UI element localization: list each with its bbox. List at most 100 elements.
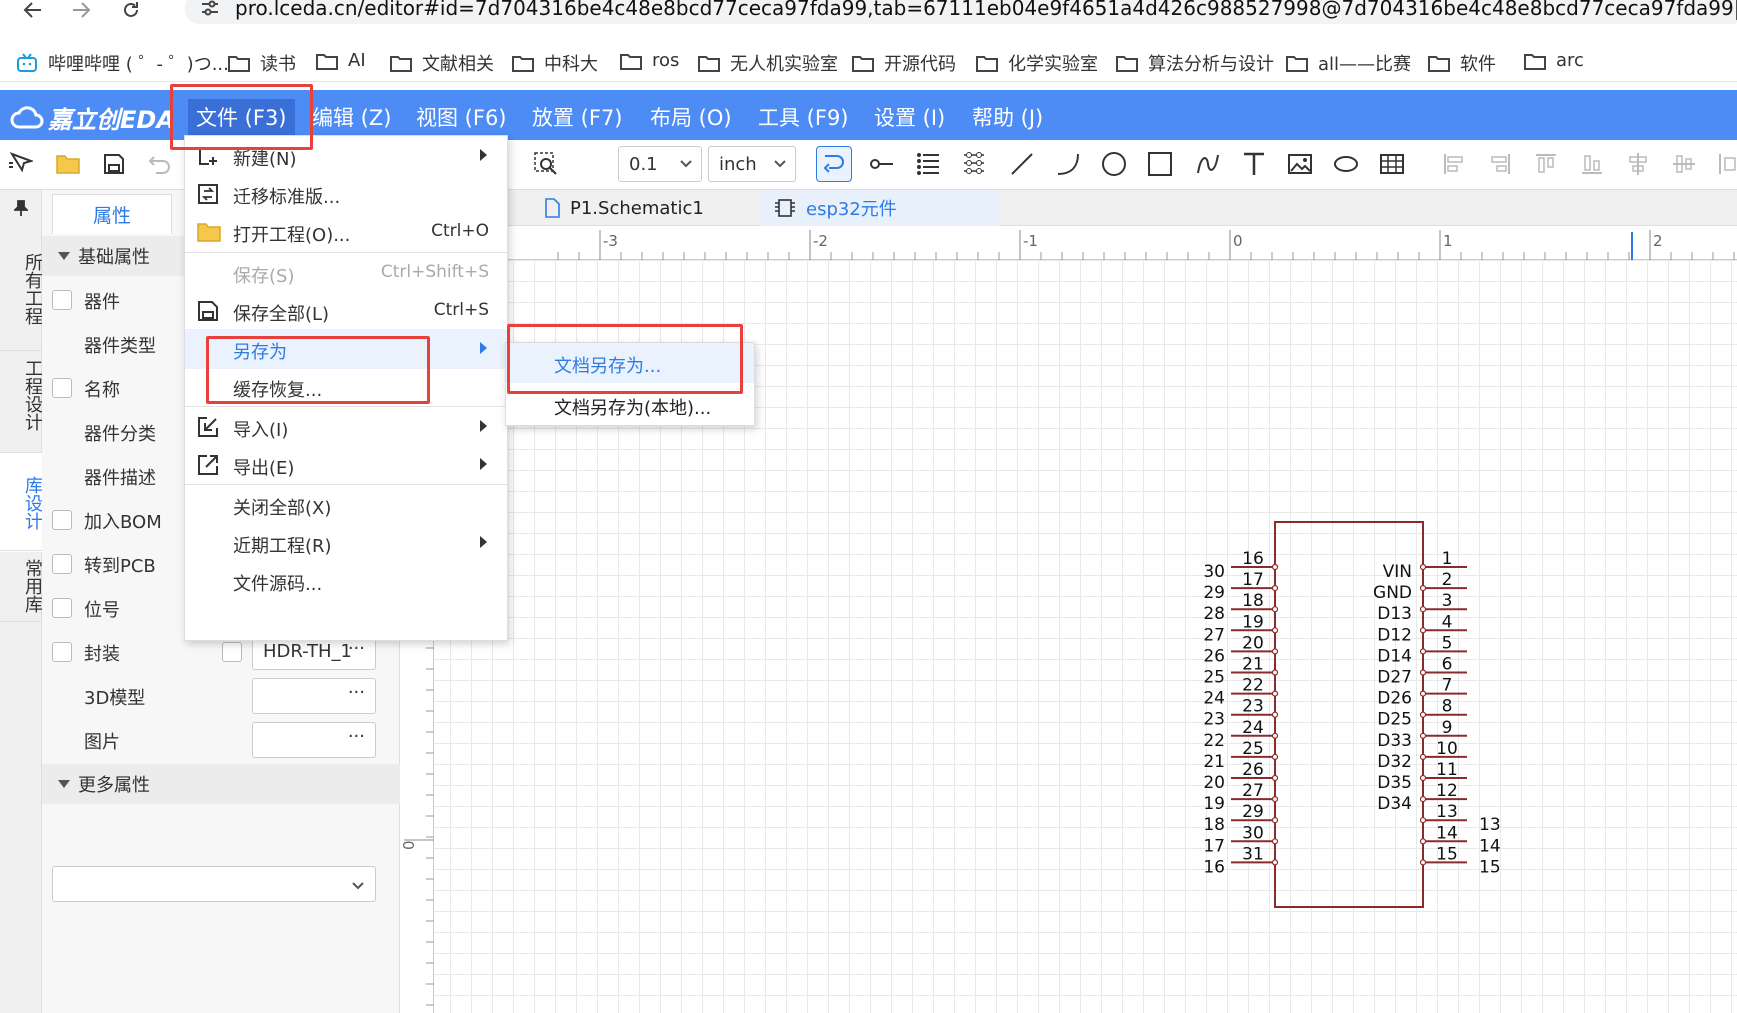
designator-checkbox[interactable] bbox=[52, 598, 72, 618]
bookmark-folder[interactable]: AI bbox=[316, 50, 366, 71]
align-left-icon[interactable] bbox=[1440, 150, 1468, 178]
to-pcb-checkbox[interactable] bbox=[52, 554, 72, 574]
ruler-label: 1 bbox=[1443, 232, 1453, 250]
line-tool-icon[interactable] bbox=[1008, 150, 1036, 178]
pin-number: 26 bbox=[1242, 760, 1264, 780]
tab-all-projects[interactable]: 所有工程 bbox=[0, 245, 43, 333]
image-input[interactable]: ··· bbox=[252, 722, 376, 758]
tab-project-design[interactable]: 工程设计 bbox=[0, 350, 43, 439]
zoom-area-icon[interactable] bbox=[532, 150, 560, 178]
tab-common-library[interactable]: 常用库 bbox=[0, 550, 43, 622]
bookmark-folder[interactable]: 开源代码 bbox=[852, 50, 956, 76]
image-tool-icon[interactable] bbox=[1286, 150, 1314, 178]
menu-edit[interactable]: 编辑 (Z) bbox=[312, 102, 391, 132]
bookmark-folder[interactable]: all——比赛 bbox=[1286, 50, 1411, 76]
align-right-icon[interactable] bbox=[1486, 150, 1514, 178]
more-options-icon[interactable]: ··· bbox=[348, 638, 365, 659]
menu-item-cache-restore[interactable]: 缓存恢复... bbox=[185, 367, 507, 407]
arc-tool-icon[interactable] bbox=[1054, 150, 1082, 178]
menu-view[interactable]: 视图 (F6) bbox=[416, 102, 507, 132]
distribute-icon[interactable] bbox=[1714, 150, 1737, 178]
align-bottom-icon[interactable] bbox=[1578, 150, 1606, 178]
menu-help[interactable]: 帮助 (J) bbox=[972, 102, 1043, 132]
pin-number: 17 bbox=[1242, 570, 1264, 590]
menu-item-save[interactable]: 保存(S) Ctrl+Shift+S bbox=[185, 253, 507, 293]
more-options-icon[interactable]: ··· bbox=[348, 726, 365, 747]
open-folder-icon[interactable] bbox=[54, 150, 82, 178]
undo-icon[interactable] bbox=[146, 150, 174, 178]
bookmark-folder[interactable]: 软件 bbox=[1428, 50, 1496, 76]
menu-item-save-all[interactable]: 保存全部(L) Ctrl+S bbox=[185, 291, 507, 331]
bookmark-folder[interactable]: 读书 bbox=[228, 50, 296, 76]
bookmark-folder[interactable]: 化学实验室 bbox=[976, 50, 1098, 76]
site-info-icon[interactable] bbox=[199, 0, 221, 18]
pin-number: 22 bbox=[1242, 676, 1264, 696]
bookmark-folder[interactable]: arc bbox=[1524, 50, 1584, 71]
3d-model-input[interactable]: ··· bbox=[252, 678, 376, 714]
back-icon[interactable] bbox=[18, 0, 48, 20]
left-side-tabs: 所有工程 工程设计 库设计 常用库 bbox=[0, 190, 43, 1013]
menu-tools[interactable]: 工具 (F9) bbox=[758, 102, 849, 132]
menu-item-close-all[interactable]: 关闭全部(X) bbox=[185, 485, 507, 525]
footprint-visible-checkbox[interactable] bbox=[222, 642, 242, 662]
rectangle-tool-icon[interactable] bbox=[1146, 150, 1174, 178]
bookmark-folder[interactable]: ros bbox=[620, 50, 679, 71]
more-properties-select[interactable] bbox=[52, 866, 376, 902]
name-checkbox[interactable] bbox=[52, 378, 72, 398]
grid-size-select[interactable]: 0.1 bbox=[618, 146, 702, 182]
menu-item-export[interactable]: 导出(E) bbox=[185, 445, 507, 485]
bookmark-folder[interactable]: 文献相关 bbox=[390, 50, 494, 76]
menu-item-doc-save-as-local[interactable]: 文档另存为(本地)... bbox=[506, 385, 754, 425]
menu-item-save-as[interactable]: 另存为 bbox=[185, 329, 507, 369]
menu-file[interactable]: 文件 (F3) bbox=[188, 99, 295, 135]
add-bom-checkbox[interactable] bbox=[52, 510, 72, 530]
bookmark-label: 哔哩哔哩 ( ゜- ゜)つ... bbox=[48, 54, 229, 75]
pin-panel-icon[interactable] bbox=[14, 200, 28, 216]
tab-properties[interactable]: 属性 bbox=[52, 194, 172, 234]
menu-item-file-source[interactable]: 文件源码... bbox=[185, 561, 507, 601]
pin-number: 16 bbox=[1242, 549, 1264, 569]
section-more-properties[interactable]: 更多属性 bbox=[42, 764, 400, 804]
tab-library-design[interactable]: 库设计 bbox=[0, 452, 43, 552]
menu-item-open-project[interactable]: 打开工程(O)... Ctrl+O bbox=[185, 212, 507, 252]
pin-outer-label: 23 bbox=[1203, 710, 1225, 730]
forward-icon[interactable] bbox=[66, 0, 96, 20]
address-bar[interactable]: pro.lceda.cn/editor#id=7d704316be4c48e8b… bbox=[185, 0, 1737, 24]
pin-endpoint bbox=[1271, 732, 1279, 739]
bezier-tool-icon[interactable] bbox=[1194, 150, 1222, 178]
bookmark-folder[interactable]: 中科大 bbox=[512, 50, 598, 76]
bookmark-folder[interactable]: 无人机实验室 bbox=[698, 50, 838, 76]
text-tool-icon[interactable] bbox=[1240, 150, 1268, 178]
bookmark-bilibili[interactable]: 哔哩哔哩 ( ゜- ゜)つ... bbox=[16, 50, 229, 76]
menu-layout[interactable]: 布局 (O) bbox=[650, 102, 732, 132]
align-center-v-icon[interactable] bbox=[1670, 150, 1698, 178]
menu-item-new[interactable]: 新建(N) bbox=[185, 136, 507, 176]
ellipse-tool-icon[interactable] bbox=[1332, 150, 1360, 178]
pin-grid-icon[interactable] bbox=[960, 150, 988, 178]
menu-place[interactable]: 放置 (F7) bbox=[532, 102, 623, 132]
folder-icon bbox=[512, 56, 534, 72]
bookmark-folder[interactable]: 算法分析与设计 bbox=[1116, 50, 1274, 76]
tab-schematic[interactable]: P1.Schematic1 bbox=[530, 190, 760, 226]
menu-item-recent-projects[interactable]: 近期工程(R) bbox=[185, 523, 507, 563]
unit-select[interactable]: inch bbox=[708, 146, 796, 182]
align-center-h-icon[interactable] bbox=[1624, 150, 1652, 178]
pin-tool-icon[interactable] bbox=[868, 150, 896, 178]
select-tool-icon[interactable] bbox=[6, 150, 34, 178]
more-options-icon[interactable]: ··· bbox=[348, 682, 365, 703]
menu-settings[interactable]: 设置 (I) bbox=[874, 102, 945, 132]
device-checkbox[interactable] bbox=[52, 290, 72, 310]
wire-mode-icon[interactable] bbox=[816, 146, 852, 182]
align-top-icon[interactable] bbox=[1532, 150, 1560, 178]
reload-icon[interactable] bbox=[116, 0, 146, 20]
table-tool-icon[interactable] bbox=[1378, 150, 1406, 178]
pin-array-icon[interactable] bbox=[914, 150, 942, 178]
menu-item-doc-save-as[interactable]: 文档另存为... bbox=[506, 343, 754, 383]
footprint-checkbox[interactable] bbox=[52, 642, 72, 662]
menu-item-import[interactable]: 导入(I) bbox=[185, 407, 507, 447]
bookmark-label: 中科大 bbox=[544, 54, 598, 75]
circle-tool-icon[interactable] bbox=[1100, 150, 1128, 178]
menu-item-migrate[interactable]: 迁移标准版... bbox=[185, 174, 507, 214]
tab-esp32-component[interactable]: esp32元件 bbox=[760, 190, 1000, 226]
save-icon[interactable] bbox=[100, 150, 128, 178]
